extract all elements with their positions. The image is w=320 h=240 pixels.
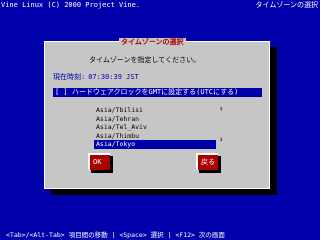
timezone-item[interactable]: Asia/Thimbu xyxy=(94,132,216,141)
current-time-value: 07:30:39 JST xyxy=(88,73,139,81)
scroll-up-arrow-icon[interactable]: ↑ xyxy=(219,105,223,114)
ok-button[interactable]: OK xyxy=(88,153,110,170)
timezone-dialog: タイムゾーンの選択 タイムゾーンを指定してください。 現在時刻: 07:30:39… xyxy=(44,38,270,189)
current-time: 現在時刻: 07:30:39 JST xyxy=(53,72,139,82)
timezone-item[interactable]: Asia/Tel_Aviv xyxy=(94,123,216,132)
top-status-bar: Vine Linux (C) 2000 Project Vine. タイムゾーン… xyxy=(0,0,320,10)
ok-button-label: OK xyxy=(93,158,102,166)
dialog-prompt: タイムゾーンを指定してください。 xyxy=(89,56,201,64)
timezone-list[interactable]: Asia/Tbilisi Asia/Tehran Asia/Tel_Aviv A… xyxy=(94,105,223,149)
keyboard-hint-bar: <Tab>/<Alt-Tab> 項目間の移動 | <Space> 選択 | <F… xyxy=(6,231,225,239)
timezone-item[interactable]: Asia/Tbilisi xyxy=(94,106,216,115)
back-button-label: 戻る xyxy=(201,158,215,166)
current-time-label: 現在時刻: xyxy=(53,73,86,81)
scroll-down-arrow-icon[interactable]: ↓ xyxy=(219,135,223,144)
screen-title: タイムゾーンの選択 xyxy=(255,1,318,9)
dialog-title: タイムゾーンの選択 xyxy=(119,38,186,47)
copyright-text: Vine Linux (C) 2000 Project Vine. xyxy=(1,1,141,9)
back-button[interactable]: 戻る xyxy=(196,153,218,170)
timezone-item[interactable]: Asia/Tehran xyxy=(94,115,216,124)
timezone-item-selected[interactable]: Asia/Tokyo xyxy=(94,140,216,149)
utc-checkbox[interactable]: [ ] ハードウェアクロックをGMTに設定する(UTCにする) xyxy=(53,88,262,97)
